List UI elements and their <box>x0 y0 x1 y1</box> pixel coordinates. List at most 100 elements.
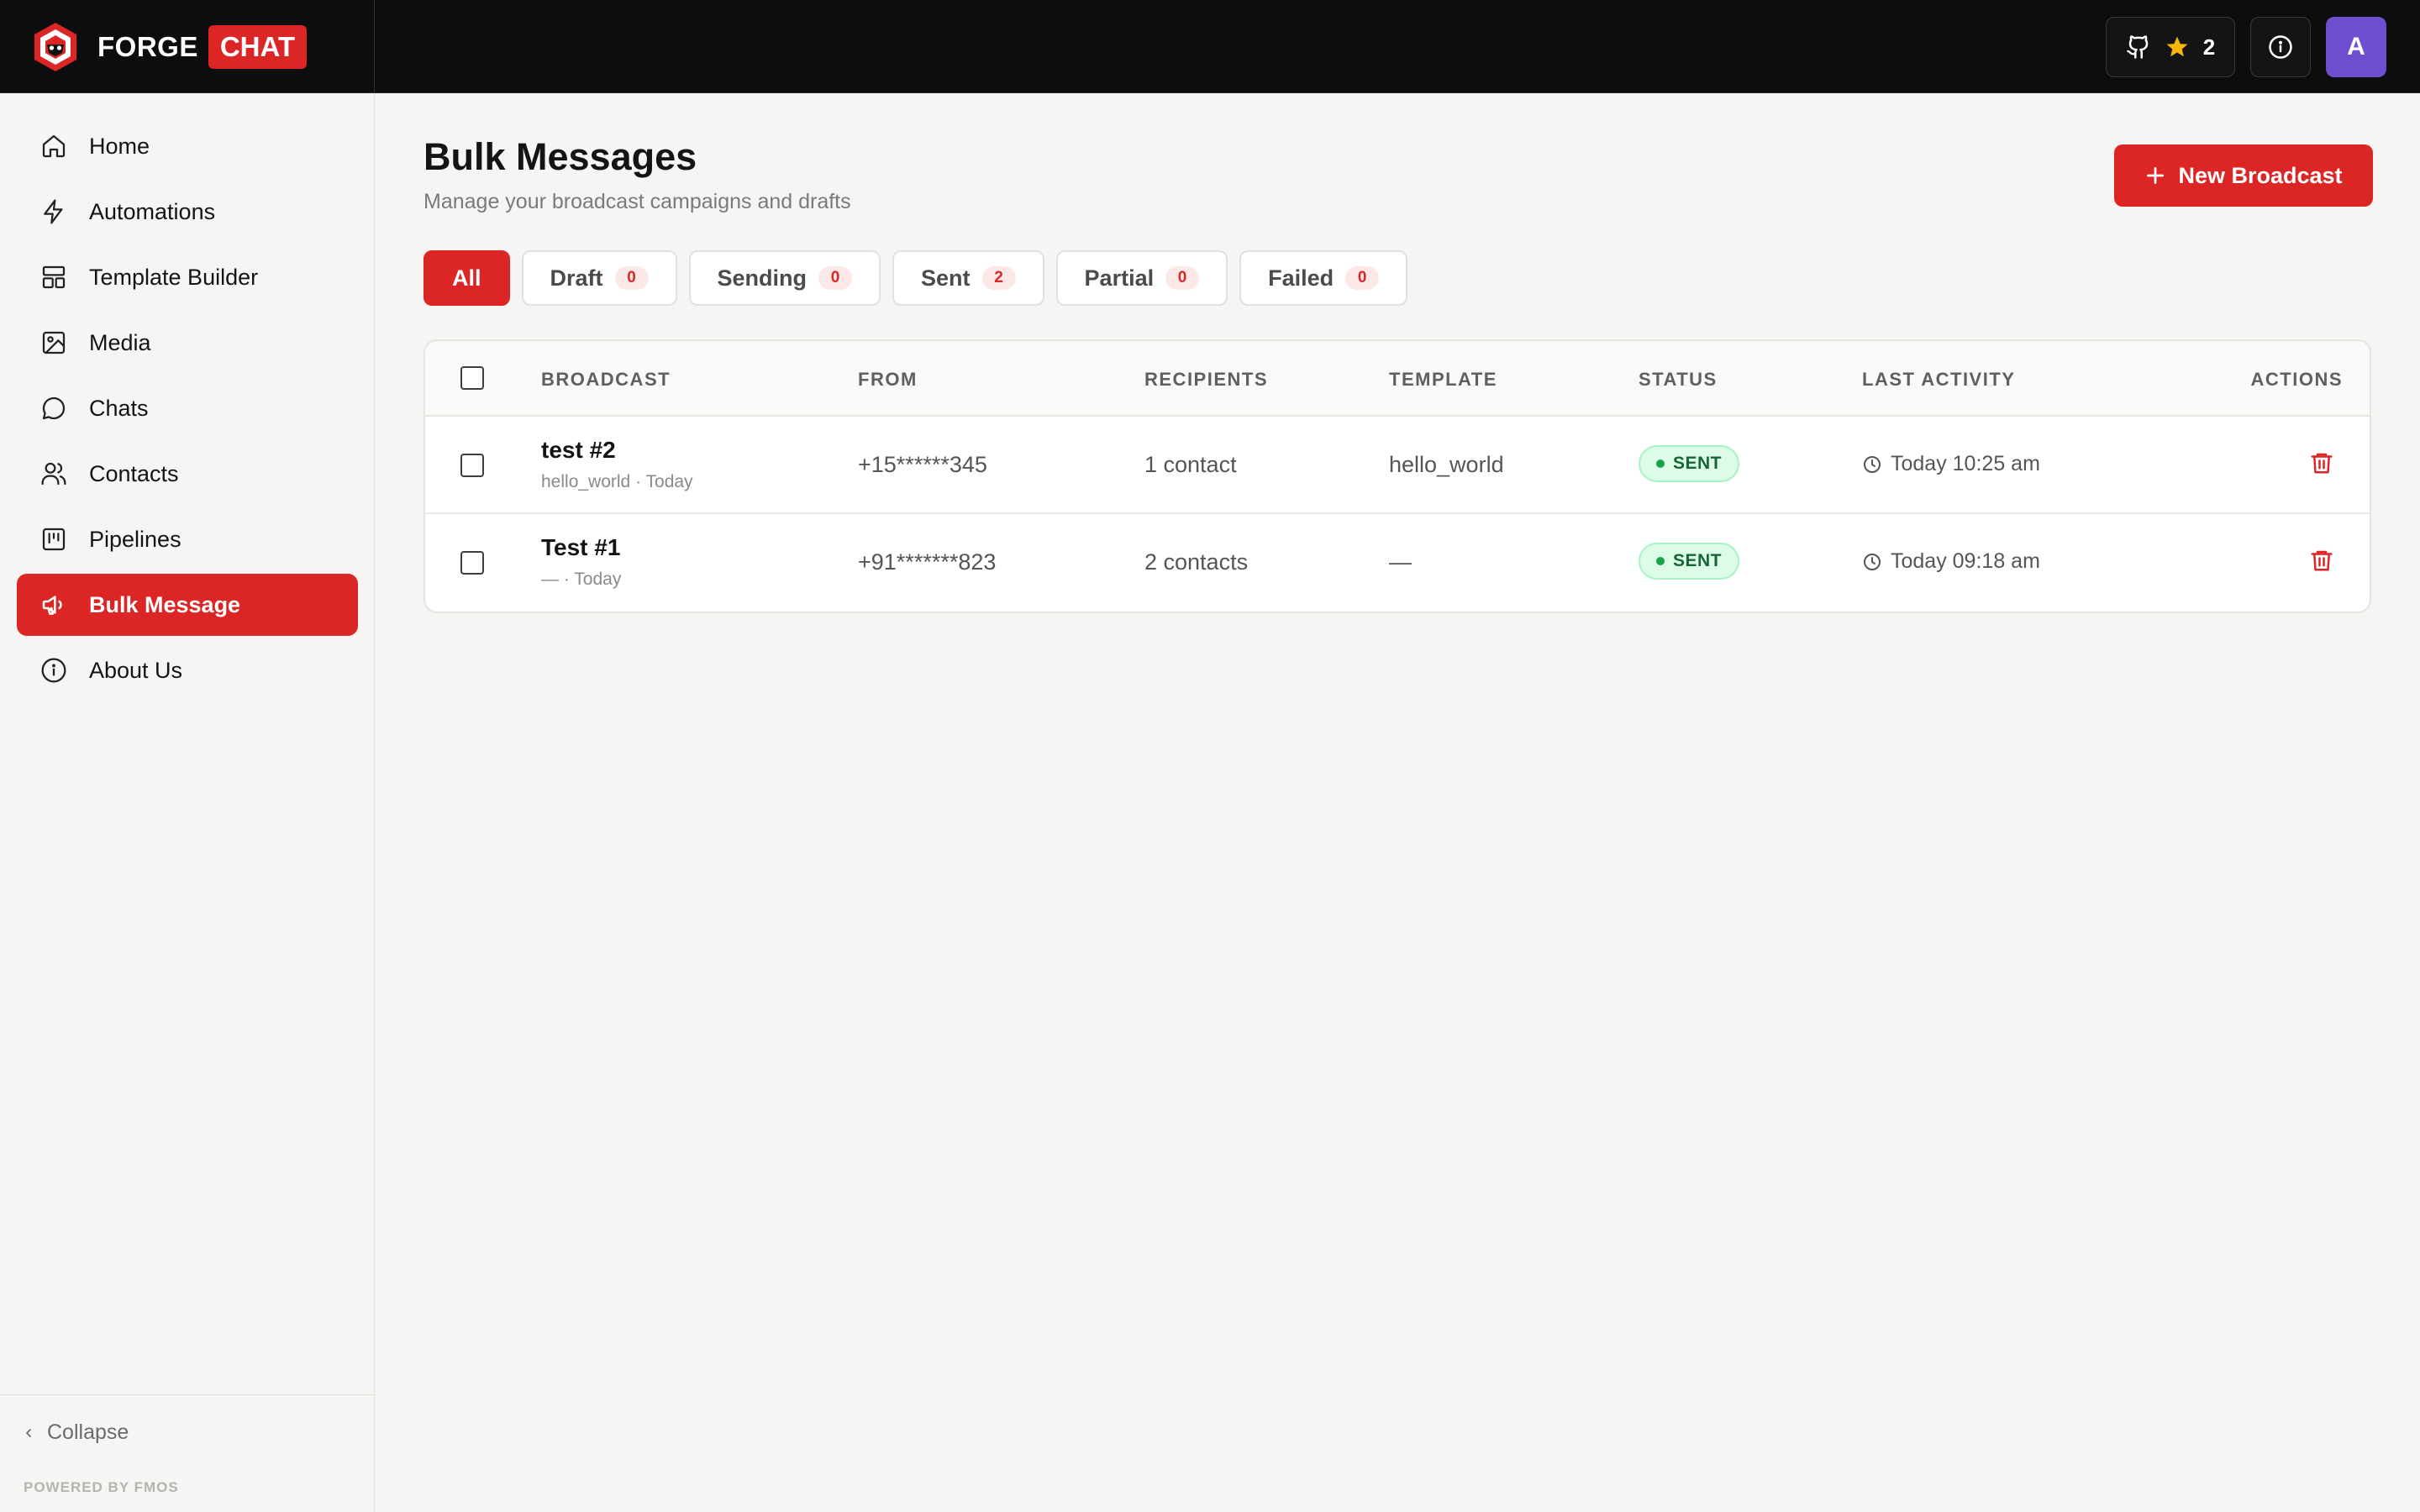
last-activity: Today 09:18 am <box>1862 549 2040 574</box>
layout-icon <box>42 265 66 289</box>
sidebar-item-media[interactable]: Media <box>17 312 358 374</box>
tab-sending[interactable]: Sending 0 <box>688 250 881 306</box>
column-header-recipients[interactable]: RECIPIENTS <box>1144 369 1268 391</box>
broadcasts-table: BROADCAST FROM RECIPIENTS TEMPLATE STATU… <box>424 339 2371 613</box>
tab-label: Failed <box>1268 265 1334 291</box>
sidebar-item-automations[interactable]: Automations <box>17 181 358 243</box>
template-name: hello_world <box>1389 452 1504 477</box>
plus-icon <box>2147 166 2165 185</box>
new-broadcast-button[interactable]: New Broadcast <box>2114 144 2373 207</box>
from-number: +91*******823 <box>858 549 997 575</box>
tab-count-badge: 0 <box>818 266 853 290</box>
megaphone-icon <box>42 596 62 615</box>
tab-failed[interactable]: Failed 0 <box>1239 250 1408 306</box>
sidebar: Home Automations Template Builder Media … <box>0 93 375 1512</box>
broadcast-name[interactable]: test #2 <box>541 437 616 464</box>
tab-label: All <box>452 265 481 291</box>
table-header: BROADCAST FROM RECIPIENTS TEMPLATE STATU… <box>425 341 2370 417</box>
github-stars-button[interactable]: 2 <box>2106 17 2235 77</box>
home-icon <box>42 134 66 158</box>
sidebar-item-label: Media <box>89 329 151 355</box>
sidebar-item-home[interactable]: Home <box>17 115 358 177</box>
sidebar-item-about-us[interactable]: About Us <box>17 639 358 701</box>
table-row[interactable]: test #2 hello_world · Today +15******345… <box>425 417 2370 514</box>
column-header-broadcast[interactable]: BROADCAST <box>541 369 671 391</box>
last-activity: Today 10:25 am <box>1862 452 2040 476</box>
new-broadcast-label: New Broadcast <box>2178 162 2343 188</box>
tab-label: Sent <box>921 265 971 291</box>
info-icon <box>41 658 66 683</box>
last-activity-time: Today 09:18 am <box>1891 549 2040 573</box>
status-dot <box>1655 459 1665 468</box>
page-subtitle: Manage your broadcast campaigns and draf… <box>424 190 851 213</box>
sidebar-item-label: Template Builder <box>89 264 259 290</box>
sidebar-item-bulk-message[interactable]: Bulk Message <box>17 574 358 636</box>
sidebar-item-label: Chats <box>89 395 149 421</box>
delete-icon[interactable] <box>2309 450 2334 475</box>
row-checkbox[interactable] <box>460 454 484 477</box>
sidebar-item-contacts[interactable]: Contacts <box>17 443 358 505</box>
image-icon <box>42 331 66 354</box>
info-button[interactable] <box>2250 17 2311 77</box>
top-bar: FORGE CHAT 2 A <box>0 0 2420 93</box>
status-label: SENT <box>1672 551 1722 570</box>
sidebar-item-label: Automations <box>89 198 216 224</box>
template-name: — <box>1389 549 1412 575</box>
sidebar-nav: Home Automations Template Builder Media … <box>17 115 358 705</box>
user-avatar[interactable]: A <box>2326 17 2386 77</box>
star-icon <box>2166 36 2188 57</box>
tab-draft[interactable]: Draft 0 <box>521 250 677 306</box>
sidebar-item-pipelines[interactable]: Pipelines <box>17 508 358 570</box>
github-stars-count: 2 <box>2202 34 2216 60</box>
chevron-left-icon <box>25 1428 31 1437</box>
from-number: +15******345 <box>858 452 987 477</box>
brand-name-chat: CHAT <box>208 24 308 69</box>
recipients-count: 1 contact <box>1144 452 1237 477</box>
last-activity-time: Today 10:25 am <box>1891 452 2040 475</box>
tab-count-badge: 2 <box>981 266 1016 290</box>
tab-label: Partial <box>1084 265 1155 291</box>
sidebar-item-chats[interactable]: Chats <box>17 377 358 439</box>
brand-name-forge: FORGE <box>97 30 198 62</box>
brand[interactable]: FORGE CHAT <box>0 0 375 93</box>
tab-partial[interactable]: Partial 0 <box>1055 250 1228 306</box>
info-icon <box>2269 35 2292 59</box>
status-badge: SENT <box>1639 445 1739 482</box>
delete-icon[interactable] <box>2309 548 2334 573</box>
tab-label: Sending <box>717 265 808 291</box>
forge-chat-logo-icon <box>34 22 76 71</box>
column-header-template[interactable]: TEMPLATE <box>1389 369 1497 391</box>
tab-count-badge: 0 <box>1165 266 1200 290</box>
status-label: SENT <box>1672 454 1722 473</box>
table-row[interactable]: Test #1 — · Today +91*******823 2 contac… <box>425 514 2370 612</box>
broadcast-subtitle: hello_world · Today <box>541 472 693 491</box>
status-filter-tabs: All Draft 0 Sending 0 Sent 2 Partial 0 F… <box>424 250 1408 306</box>
tab-count-badge: 0 <box>614 266 649 290</box>
chat-bubble-icon <box>42 396 66 420</box>
column-header-last-activity[interactable]: LAST ACTIVITY <box>1862 369 2015 391</box>
sidebar-item-label: Bulk Message <box>89 591 241 617</box>
collapse-sidebar-button[interactable]: Collapse <box>22 1420 129 1445</box>
tab-count-badge: 0 <box>1345 266 1380 290</box>
sidebar-item-label: Pipelines <box>89 526 182 552</box>
tab-sent[interactable]: Sent 2 <box>892 250 1044 306</box>
select-all-checkbox[interactable] <box>460 366 484 390</box>
broadcast-name[interactable]: Test #1 <box>541 534 620 561</box>
status-badge: SENT <box>1639 543 1739 580</box>
column-header-status[interactable]: STATUS <box>1639 369 1718 391</box>
column-header-from[interactable]: FROM <box>858 369 918 391</box>
page-title: Bulk Messages <box>424 135 697 178</box>
sidebar-item-label: Contacts <box>89 460 179 486</box>
sidebar-item-template-builder[interactable]: Template Builder <box>17 246 358 308</box>
powered-by-label: POWERED BY FMOS <box>24 1479 179 1495</box>
tab-all[interactable]: All <box>424 250 510 306</box>
kanban-icon <box>42 528 66 551</box>
status-dot <box>1655 557 1665 565</box>
row-checkbox[interactable] <box>460 551 484 575</box>
main-content: Bulk Messages Manage your broadcast camp… <box>375 93 2420 1512</box>
collapse-label: Collapse <box>47 1420 129 1444</box>
clock-icon <box>1864 553 1881 570</box>
column-header-actions: ACTIONS <box>2250 369 2343 390</box>
broadcast-subtitle: — · Today <box>541 570 622 589</box>
bolt-icon <box>44 199 63 224</box>
